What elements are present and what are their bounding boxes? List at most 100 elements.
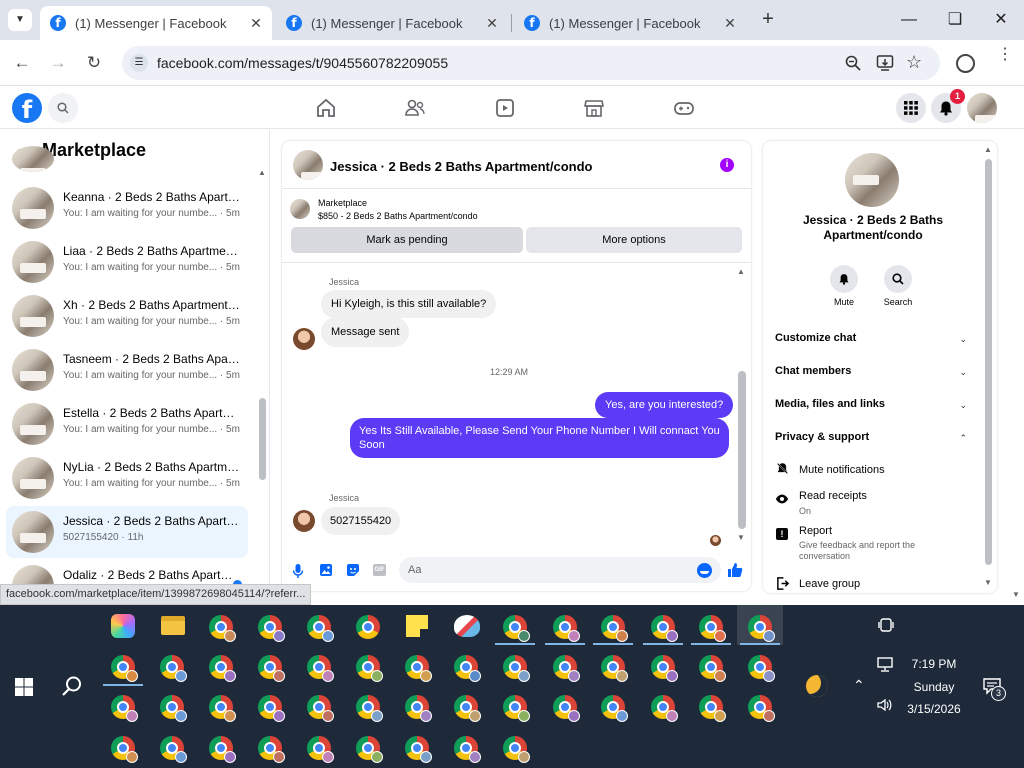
chrome-icon[interactable] <box>209 655 236 682</box>
chrome-icon[interactable] <box>601 615 628 642</box>
clock-date[interactable]: 3/15/2026 <box>900 702 968 716</box>
chrome-icon[interactable] <box>503 695 530 722</box>
chrome-icon[interactable] <box>651 615 678 642</box>
sticky-notes-icon[interactable] <box>406 615 428 637</box>
facebook-logo[interactable]: f <box>12 93 42 123</box>
browser-tab-2[interactable]: f (1) Messenger | Facebook ✕ <box>276 6 508 40</box>
conversation-item-selected[interactable]: Jessica · 2 Beds 2 Baths Apartment/condo… <box>6 506 248 558</box>
scroll-down-arrow[interactable]: ▼ <box>737 533 745 542</box>
conversation-item[interactable]: Tasneem · 2 Beds 2 Baths Apartment/condo… <box>6 344 248 396</box>
task-view-icon[interactable] <box>878 617 894 633</box>
tray-overflow-chevron-icon[interactable]: ⌃ <box>853 677 865 694</box>
chrome-icon[interactable] <box>307 736 334 763</box>
mark-as-pending-button[interactable]: Mark as pending <box>291 227 523 253</box>
chrome-icon[interactable] <box>503 736 530 763</box>
chrome-icon[interactable] <box>209 695 236 722</box>
chrome-icon[interactable] <box>553 615 580 642</box>
tab-search-button[interactable]: ▼ <box>8 9 32 31</box>
chrome-icon[interactable] <box>699 695 726 722</box>
chat-avatar[interactable] <box>293 150 323 180</box>
clock-time[interactable]: 7:19 PM <box>904 657 964 671</box>
emoji-icon[interactable] <box>697 563 712 578</box>
info-icon[interactable]: i <box>720 158 734 172</box>
install-app-icon[interactable] <box>876 54 894 72</box>
bookmark-star-icon[interactable]: ☆ <box>906 52 922 73</box>
chrome-icon[interactable] <box>356 695 383 722</box>
snipping-tool-icon[interactable] <box>454 615 480 637</box>
message-bubble-outgoing[interactable]: Yes, are you interested? <box>595 392 734 418</box>
message-bubble-outgoing[interactable]: Yes Its Still Available, Please Send You… <box>350 418 729 458</box>
close-tab-icon[interactable]: ✕ <box>482 15 502 32</box>
message-bubble[interactable]: 5027155420 <box>321 507 401 535</box>
video-icon[interactable] <box>494 98 516 118</box>
chrome-icon[interactable] <box>748 695 775 722</box>
listing-thumbnail[interactable] <box>290 199 310 219</box>
read-receipts-option[interactable]: Read receipts <box>799 490 867 502</box>
microphone-icon[interactable] <box>292 563 304 579</box>
chrome-icon[interactable] <box>258 736 285 763</box>
chrome-icon[interactable] <box>405 736 432 763</box>
chat-title[interactable]: Jessica · 2 Beds 2 Baths Apartment/condo <box>330 159 593 174</box>
info-scrollbar-thumb[interactable] <box>985 159 992 565</box>
conversation-item[interactable]: Liaa · 2 Beds 2 Baths Apartment/condo Yo… <box>6 236 248 288</box>
chrome-icon[interactable] <box>601 695 628 722</box>
chrome-icon[interactable] <box>454 655 481 682</box>
network-icon[interactable] <box>877 657 895 673</box>
search-conversation-button[interactable] <box>884 265 912 293</box>
chrome-icon[interactable] <box>209 736 236 763</box>
chat-members-row[interactable]: Chat members <box>775 365 851 377</box>
clock-day[interactable]: Sunday <box>904 680 964 694</box>
window-close-icon[interactable]: ✕ <box>989 8 1013 32</box>
chrome-icon[interactable] <box>258 655 285 682</box>
browser-tab-3[interactable]: f (1) Messenger | Facebook ✕ <box>514 6 746 40</box>
chrome-icon[interactable] <box>356 615 380 639</box>
forward-arrow-icon[interactable]: → <box>47 52 69 74</box>
conversation-item[interactable]: Keanna · 2 Beds 2 Baths Apartment/condo … <box>6 182 248 234</box>
file-explorer-icon[interactable] <box>161 616 185 635</box>
mute-button[interactable] <box>830 265 858 293</box>
chrome-icon[interactable] <box>405 655 432 682</box>
chrome-icon[interactable] <box>601 655 628 682</box>
listing-detail[interactable]: $850 - 2 Beds 2 Baths Apartment/condo <box>318 211 478 221</box>
menu-grid-button[interactable] <box>896 93 926 123</box>
message-bubble[interactable]: Hi Kyleigh, is this still available? <box>321 290 497 318</box>
sticker-icon[interactable] <box>346 563 360 577</box>
weather-moon-icon[interactable] <box>806 675 828 697</box>
chrome-icon[interactable] <box>651 695 678 722</box>
chat-info-avatar[interactable] <box>845 153 899 207</box>
profile-icon[interactable] <box>956 54 975 73</box>
address-bar[interactable]: ☰ facebook.com/messages/t/90455607822090… <box>122 46 940 80</box>
marketplace-icon[interactable] <box>583 98 605 118</box>
chrome-icon-active[interactable] <box>748 615 775 642</box>
photo-icon[interactable] <box>319 563 333 577</box>
close-tab-icon[interactable]: ✕ <box>246 15 266 32</box>
friends-icon[interactable] <box>404 98 426 118</box>
chat-scrollbar-thumb[interactable] <box>738 371 746 529</box>
gif-icon[interactable]: GIF <box>373 564 386 576</box>
taskbar-search-icon[interactable] <box>61 675 83 697</box>
chrome-icon[interactable] <box>454 736 481 763</box>
url-text[interactable]: facebook.com/messages/t/9045560782209055 <box>157 55 448 71</box>
chrome-icon[interactable] <box>651 655 678 682</box>
facebook-search-button[interactable] <box>48 93 78 123</box>
zoom-icon[interactable] <box>844 54 862 72</box>
scroll-down-arrow[interactable]: ▼ <box>984 578 992 587</box>
chrome-icon[interactable] <box>356 736 383 763</box>
thumbs-up-icon[interactable] <box>727 562 743 578</box>
chrome-icon[interactable] <box>699 655 726 682</box>
close-tab-icon[interactable]: ✕ <box>720 15 740 32</box>
chrome-icon[interactable] <box>111 695 138 722</box>
browser-tab-1[interactable]: f (1) Messenger | Facebook ✕ <box>40 6 272 40</box>
chrome-icon[interactable] <box>356 655 383 682</box>
chrome-icon[interactable] <box>405 695 432 722</box>
chrome-icon[interactable] <box>111 655 138 682</box>
message-input[interactable]: Aa <box>399 557 721 583</box>
chrome-icon[interactable] <box>307 695 334 722</box>
chrome-icon[interactable] <box>503 615 530 642</box>
mute-notifications-option[interactable]: Mute notifications <box>799 464 885 476</box>
more-options-button[interactable]: More options <box>526 227 742 253</box>
windows-start-icon[interactable] <box>15 678 33 696</box>
chrome-icon[interactable] <box>307 655 334 682</box>
profile-avatar[interactable] <box>967 93 997 123</box>
gaming-icon[interactable] <box>673 98 695 118</box>
